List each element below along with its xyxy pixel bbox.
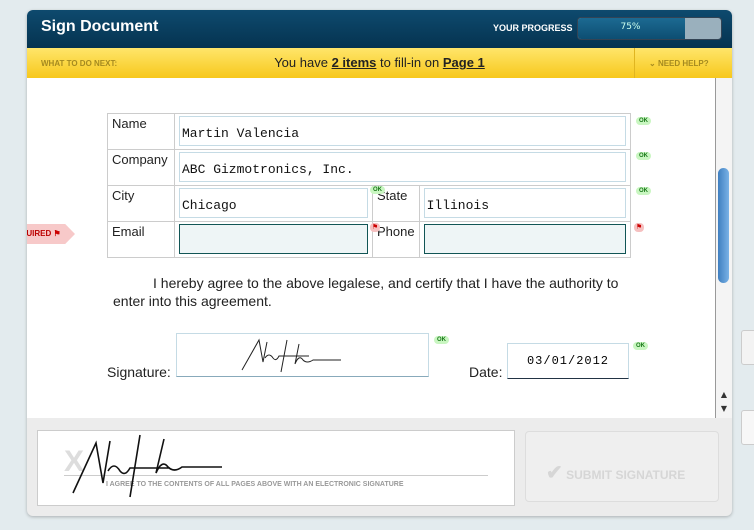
next-step-bar: WHAT TO DO NEXT: You have 2 items to fil… — [27, 48, 732, 78]
date-label: Date: — [469, 364, 503, 380]
page-link[interactable]: Page 1 — [443, 55, 485, 70]
side-panel — [741, 330, 754, 460]
scroll-up-icon[interactable]: ▲ — [716, 390, 732, 399]
signature-field[interactable] — [176, 333, 429, 377]
items-link[interactable]: 2 items — [332, 55, 377, 70]
info-form: Name Martin Valencia Company ABC Gizmotr… — [107, 113, 632, 258]
submit-label: SUBMIT SIGNATURE — [566, 468, 686, 482]
progress-bar: 75% — [577, 17, 722, 40]
ok-badge: OK — [370, 186, 385, 194]
page-title: Sign Document — [41, 18, 159, 35]
scrollbar[interactable]: ▲ ▼ — [716, 78, 732, 418]
agreement-text: I hereby agree to the above legalese, an… — [113, 275, 619, 309]
help-label: NEED HELP? — [657, 59, 709, 68]
email-field[interactable] — [179, 224, 368, 254]
name-field[interactable]: Martin Valencia — [179, 116, 626, 146]
flag-icon: ⚑ — [53, 229, 61, 238]
need-help-button[interactable]: ⌄ NEED HELP? — [634, 48, 732, 78]
ok-badge: OK — [434, 336, 449, 344]
msg-text: You have — [274, 55, 332, 70]
company-field[interactable]: ABC Gizmotronics, Inc. — [179, 152, 626, 182]
flag-icon: ⚑ — [370, 223, 380, 232]
signature-pad[interactable]: X I AGREE TO THE CONTENTS OF ALL PAGES A… — [37, 430, 515, 506]
scrollbar-thumb[interactable] — [718, 168, 729, 283]
progress-label: YOUR PROGRESS — [493, 23, 573, 33]
side-panel-box — [741, 410, 754, 445]
email-label: Email — [107, 221, 175, 258]
flag-icon: ⚑ — [634, 223, 644, 232]
name-label: Name — [107, 113, 175, 150]
signature-label: Signature: — [107, 364, 171, 380]
checkmark-icon: ✔ — [546, 462, 563, 484]
ok-badge: OK — [633, 342, 648, 350]
city-field[interactable]: Chicago — [179, 188, 368, 218]
state-field[interactable]: Illinois — [423, 188, 626, 218]
company-label: Company — [107, 149, 175, 186]
header: Sign Document YOUR PROGRESS 75% — [27, 10, 732, 48]
signature-image — [241, 338, 341, 373]
city-label: City — [107, 185, 175, 222]
chevron-down-icon: ⌄ — [649, 59, 658, 68]
phone-field[interactable] — [423, 224, 626, 254]
date-field[interactable]: 03/01/2012 — [507, 343, 629, 379]
ok-badge: OK — [636, 152, 651, 160]
progress-text: 75% — [620, 22, 641, 32]
signature-image — [72, 434, 222, 498]
required-label: REQUIRED — [27, 229, 52, 238]
sign-document-panel: Sign Document YOUR PROGRESS 75% WHAT TO … — [27, 10, 732, 516]
ok-badge: OK — [636, 117, 651, 125]
next-step-message: You have 2 items to fill-in on Page 1 — [27, 55, 732, 70]
required-marker[interactable]: REQUIRED ⚑ — [27, 224, 75, 244]
document-page: Name Martin Valencia Company ABC Gizmotr… — [27, 78, 716, 418]
submit-signature-button[interactable]: ✔ SUBMIT SIGNATURE — [525, 431, 719, 502]
ok-badge: OK — [636, 187, 651, 195]
msg-text: to fill-in on — [376, 55, 443, 70]
scroll-down-icon[interactable]: ▼ — [716, 404, 732, 413]
side-panel-box — [741, 330, 754, 365]
